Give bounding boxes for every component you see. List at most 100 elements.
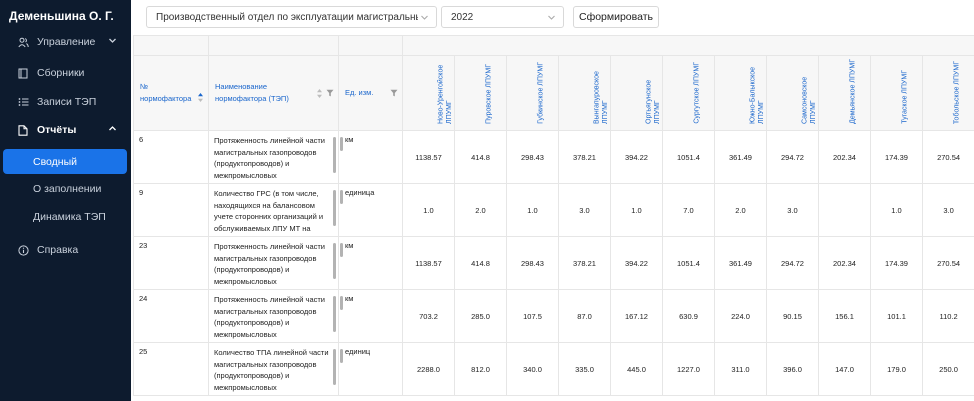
sidebar-subitem-summary[interactable]: Сводный	[3, 149, 127, 174]
chevron-down-icon	[547, 13, 556, 25]
cell-value: 1051.4	[662, 236, 715, 290]
sort-icon[interactable]	[316, 88, 323, 103]
sidebar-subitem-filling[interactable]: О заполнении	[0, 177, 131, 201]
cell-scrollbar[interactable]	[333, 190, 336, 226]
column-header-lpu[interactable]: Сургутское ЛПУМГ	[662, 55, 715, 131]
column-header-lpu[interactable]: Тобольское ЛПУМГ	[921, 55, 974, 131]
cell-name: Протяженность линейной части магистральн…	[208, 289, 339, 343]
year-select[interactable]: 2022	[441, 6, 564, 28]
column-header-label: Губкинское ЛПУМГ	[536, 62, 544, 124]
table-row[interactable]: 23 Протяженность линейной части магистрал…	[133, 236, 974, 290]
column-header-lpu[interactable]: Демьянское ЛПУМГ	[818, 55, 871, 131]
cell-value: 703.2	[402, 289, 455, 343]
cell-value: 298.43	[506, 236, 559, 290]
users-icon	[17, 37, 29, 48]
cell-value: 812.0	[454, 342, 507, 396]
cell-norm-id: 25	[133, 342, 209, 396]
department-select[interactable]: Производственный отдел по эксплуатации м…	[146, 6, 437, 28]
cell-scrollbar[interactable]	[333, 296, 336, 332]
sidebar-item-label: Управление	[37, 36, 96, 48]
list-icon	[17, 97, 29, 107]
column-header-lpu[interactable]: Ортьягунское ЛПУМГ	[610, 55, 663, 131]
department-select-value: Производственный отдел по эксплуатации м…	[156, 11, 418, 23]
info-icon	[17, 244, 29, 256]
cell-value	[818, 183, 871, 237]
column-header-label: Вынгапуровское ЛПУМГ	[593, 71, 609, 124]
sidebar: Деменьшина О. Г. Управление Сборники Зап…	[0, 0, 131, 401]
cell-value: 396.0	[766, 342, 819, 396]
cell-value: 174.39	[870, 236, 923, 290]
cell-value: 3.0	[921, 183, 974, 237]
filter-icon[interactable]	[390, 89, 398, 101]
cell-name-text: Протяженность линейной части магистральн…	[214, 136, 325, 180]
generate-button[interactable]: Сформировать	[573, 6, 659, 28]
cell-value: 1.0	[610, 183, 663, 237]
column-header-lpu[interactable]: Ново-Уренгойское ЛПУМГ	[402, 55, 455, 131]
column-header-name[interactable]: Наименование нормофактора (ТЭП)	[208, 55, 339, 131]
cell-value: 270.54	[921, 236, 974, 290]
cell-norm-id: 23	[133, 236, 209, 290]
cell-value: 414.8	[454, 130, 507, 184]
column-header-lpu[interactable]: Тугаское ЛПУМГ	[870, 55, 923, 131]
cell-unit: км	[338, 130, 403, 184]
sort-icon[interactable]	[197, 92, 204, 107]
table-row[interactable]: 9 Количество ГРС (в том числе, находящихс…	[133, 183, 974, 237]
cell-value: 250.0	[921, 342, 974, 396]
cell-value: 394.22	[610, 130, 663, 184]
table-row[interactable]: 6 Протяженность линейной части магистраль…	[133, 130, 974, 184]
cell-value: 147.0	[818, 342, 871, 396]
cell-name-text: Количество ГРС (в том числе, находящихся…	[214, 189, 324, 233]
cell-value: 174.39	[870, 130, 923, 184]
cell-scrollbar[interactable]	[340, 137, 343, 151]
cell-unit-text: единиц	[345, 347, 371, 356]
cell-value: 270.54	[921, 130, 974, 184]
cell-value: 414.8	[454, 236, 507, 290]
column-header-label: Пуровское ЛПУМГ	[484, 64, 492, 124]
sidebar-item-records[interactable]: Записи ТЭП	[0, 89, 131, 115]
cell-value: 285.0	[454, 289, 507, 343]
column-header-label: Ортьягунское ЛПУМГ	[645, 79, 661, 124]
cell-value: 2.0	[454, 183, 507, 237]
cell-unit-text: км	[345, 241, 354, 250]
summary-table: № нормофактора Наименование нормофактора…	[133, 35, 974, 401]
column-header-norm[interactable]: № нормофактора	[133, 55, 209, 131]
cell-value: 445.0	[610, 342, 663, 396]
cell-value: 87.0	[558, 289, 611, 343]
table-row[interactable]: 25 Количество ТПА линейной части магистра…	[133, 342, 974, 396]
cell-value: 294.72	[766, 130, 819, 184]
chevron-down-icon	[108, 36, 117, 48]
cell-value: 335.0	[558, 342, 611, 396]
sidebar-item-help[interactable]: Справка	[0, 237, 131, 263]
cell-unit: км	[338, 236, 403, 290]
header-spacer	[338, 35, 403, 56]
column-header-lpu[interactable]: Южно-Балыкское ЛПУМГ	[714, 55, 767, 131]
cell-scrollbar[interactable]	[340, 349, 343, 363]
sidebar-item-management[interactable]: Управление	[0, 29, 131, 55]
table-row[interactable]: 24 Протяженность линейной части магистрал…	[133, 289, 974, 343]
column-header-unit[interactable]: Ед. изм.	[338, 55, 403, 131]
cell-scrollbar[interactable]	[333, 243, 336, 279]
cell-scrollbar[interactable]	[333, 137, 336, 173]
cell-scrollbar[interactable]	[340, 190, 343, 204]
cell-scrollbar[interactable]	[333, 349, 336, 385]
sidebar-subitem-label: Сводный	[33, 155, 77, 168]
header-spacer	[133, 35, 209, 56]
sidebar-item-collections[interactable]: Сборники	[0, 60, 131, 86]
sidebar-subitem-label: О заполнении	[33, 183, 102, 195]
cell-value: 1138.57	[402, 130, 455, 184]
column-header-lpu[interactable]: Самсоновское ЛПУМГ	[766, 55, 819, 131]
cell-value: 311.0	[714, 342, 767, 396]
column-header-lpu[interactable]: Пуровское ЛПУМГ	[454, 55, 507, 131]
cell-unit: единица	[338, 183, 403, 237]
sidebar-item-reports[interactable]: Отчёты	[0, 117, 131, 143]
cell-value: 110.2	[921, 289, 974, 343]
cell-name: Протяженность линейной части магистральн…	[208, 236, 339, 290]
column-header-lpu[interactable]: Вынгапуровское ЛПУМГ	[558, 55, 611, 131]
sidebar-subitem-dynamics[interactable]: Динамика ТЭП	[0, 205, 131, 229]
column-header-lpu[interactable]: Губкинское ЛПУМГ	[506, 55, 559, 131]
cell-scrollbar[interactable]	[340, 243, 343, 257]
filter-icon[interactable]	[326, 89, 334, 101]
cell-value: 340.0	[506, 342, 559, 396]
cell-scrollbar[interactable]	[340, 296, 343, 310]
cell-unit-text: км	[345, 135, 354, 144]
